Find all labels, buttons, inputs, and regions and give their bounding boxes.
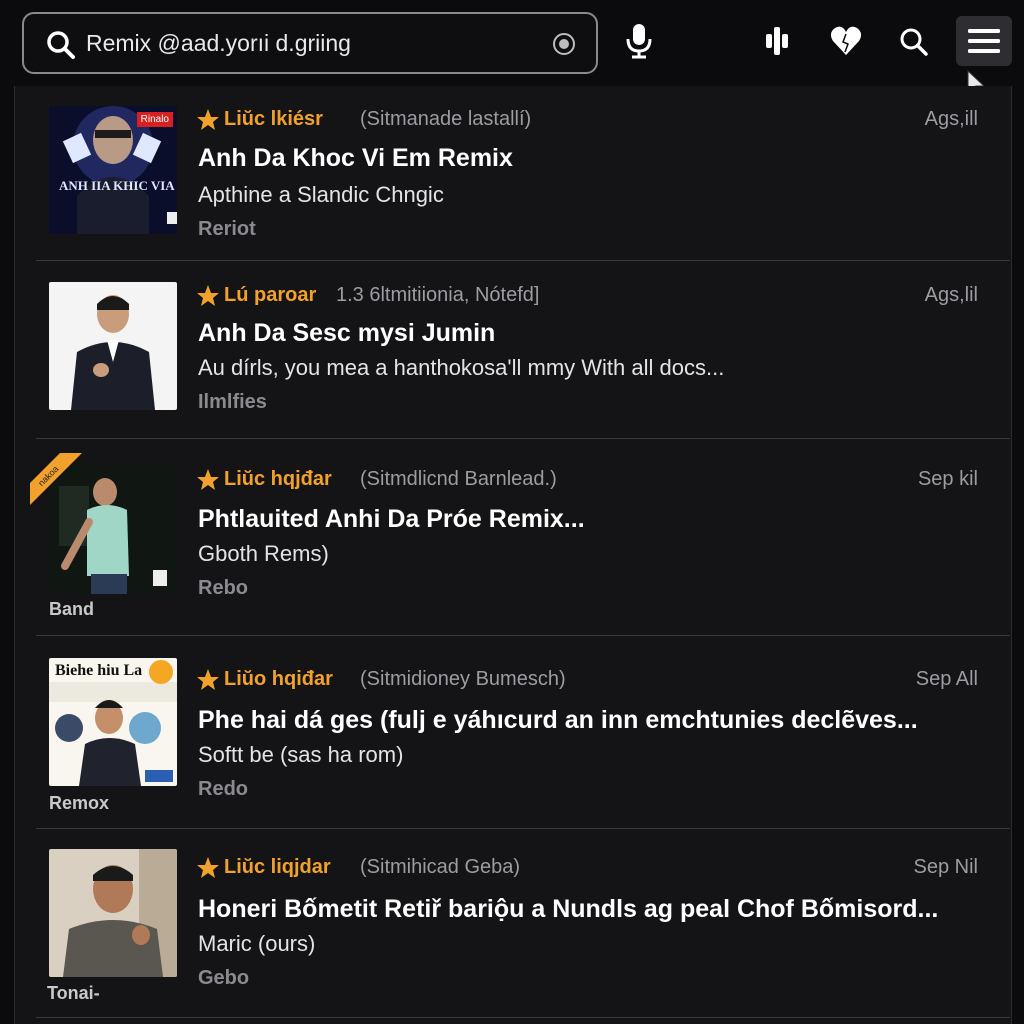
artist-name[interactable]: Liŭc liqjdar	[224, 856, 331, 879]
menu-icon	[968, 29, 1000, 53]
track-tag: Reriot	[198, 218, 256, 240]
track-tag: Redo	[198, 778, 248, 800]
search-box[interactable]: Remix @aad.yorıi d.griing	[22, 12, 598, 74]
star-icon	[197, 285, 219, 306]
artist-name[interactable]: Lú paroar	[224, 284, 316, 307]
search-icon[interactable]	[897, 22, 931, 60]
search-input[interactable]: Remix @aad.yorıi d.griing	[86, 30, 351, 57]
track-subtitle: Au dírls, you mea a hanthokosa'll mmy Wi…	[198, 355, 725, 380]
list-item[interactable]: Liŭc liqjdar (Sitmihicad Geba) Sep Nil H…	[36, 829, 1010, 1018]
list-item[interactable]: nakoa Liŭc hqjđar (Sitmdlicnd Barnlead.)…	[30, 439, 1010, 636]
track-date: Ags,ill	[924, 108, 978, 130]
track-subtitle: Gboth Rems)	[198, 541, 329, 566]
corner-ribbon: nakoa	[30, 453, 90, 513]
track-meta: (Sitmanade lastallí)	[360, 108, 532, 130]
track-tag: Gebo	[198, 967, 250, 989]
search-icon	[47, 31, 75, 59]
track-meta: (Sitmihicad Geba)	[360, 856, 521, 878]
artist-name[interactable]: Liŭc hqjđar	[224, 468, 332, 491]
track-date: Ags,lil	[924, 284, 978, 306]
album-thumbnail[interactable]	[49, 849, 177, 977]
artist-name[interactable]: Liŭo hqiđar	[224, 668, 333, 691]
track-tag: Rebo	[198, 577, 248, 599]
track-subtitle: Maric (ours)	[198, 931, 316, 956]
list-item[interactable]: Lú paroar 1.3 6ltmitiionia, Nótefd] Ags,…	[36, 261, 1010, 439]
star-icon	[197, 669, 219, 690]
track-subtitle: Softt be (sas ha rom)	[198, 742, 404, 767]
track-tag: Ilmlfies	[198, 391, 267, 413]
thumbnail-caption: Remox	[49, 793, 110, 813]
track-title[interactable]: Anh Da Khoc Vi Em Remix	[198, 144, 513, 173]
thumbnail-text: ANH IIA KHIC VIA	[59, 178, 175, 193]
track-date: Sep All	[915, 668, 978, 690]
album-thumbnail[interactable]	[49, 282, 177, 410]
star-icon	[197, 469, 219, 490]
equalizer-icon[interactable]	[760, 22, 794, 60]
star-icon	[197, 109, 219, 130]
track-date: Sep Nil	[913, 856, 978, 878]
track-title[interactable]: Phe hai dá ges (fulj e yáhıcurd an inn e…	[198, 706, 918, 735]
thumbnail-text: Biehe hiu La	[55, 662, 143, 679]
list-item[interactable]: ANH IIA KHIC VIA Rinalo Liŭc lkiésr (Sit…	[36, 90, 1010, 261]
track-meta: (Sitmdlicnd Barnlead.)	[360, 468, 557, 490]
track-title[interactable]: Anh Da Sesc mysi Jumin	[198, 319, 495, 348]
album-thumbnail[interactable]: Biehe hiu La	[49, 658, 177, 786]
clear-icon[interactable]	[552, 32, 576, 56]
track-subtitle: Apthine a Slandic Chngic	[198, 182, 444, 207]
list-item[interactable]: Biehe hiu La Liŭo hqiđar (Sitmidioney Bu…	[36, 636, 1010, 829]
track-meta: 1.3 6ltmitiionia, Nótefd]	[336, 284, 540, 306]
artist-name[interactable]: Liŭc lkiésr	[224, 108, 323, 131]
thumbnail-caption: Tonai-	[47, 983, 100, 1003]
track-date: Sep kil	[917, 468, 978, 490]
menu-button[interactable]	[956, 16, 1012, 66]
mic-icon[interactable]	[622, 22, 656, 60]
star-icon	[197, 857, 219, 878]
track-meta: (Sitmidioney Bumesch)	[360, 668, 566, 690]
heart-icon[interactable]	[829, 22, 863, 60]
track-title[interactable]: Honeri Bốmetit Retiř bariộu a Nundls ag …	[198, 895, 938, 924]
album-thumbnail[interactable]: ANH IIA KHIC VIA Rinalo	[49, 106, 177, 234]
top-bar: Remix @aad.yorıi d.griing	[0, 0, 1024, 97]
track-title[interactable]: Phtlauited Anhi Da Próe Remix...	[198, 505, 585, 534]
thumbnail-caption: Band	[49, 599, 94, 619]
thumbnail-badge: Rinalo	[136, 112, 173, 127]
